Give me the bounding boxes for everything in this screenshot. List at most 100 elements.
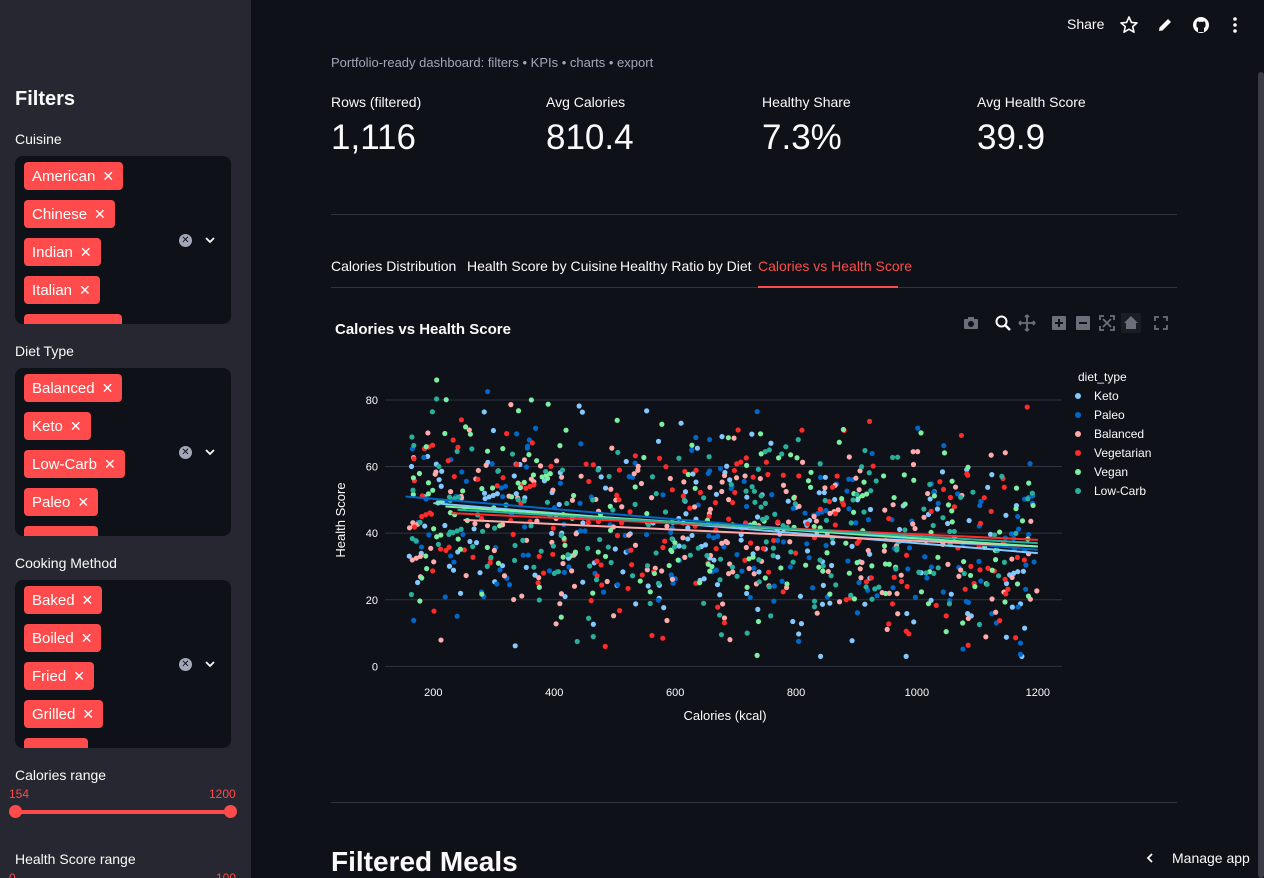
remove-tag-icon[interactable]: ✕ bbox=[82, 592, 94, 608]
data-point bbox=[687, 552, 693, 558]
tag-cooking-boiled[interactable]: Boiled ✕ bbox=[24, 624, 102, 652]
tag-cooking-fried[interactable]: Fried ✕ bbox=[24, 662, 94, 690]
data-point bbox=[417, 519, 423, 525]
reset-axes-icon[interactable] bbox=[1121, 313, 1141, 333]
data-point bbox=[788, 452, 794, 458]
data-point bbox=[571, 583, 578, 589]
remove-tag-icon[interactable]: ✕ bbox=[80, 244, 92, 260]
data-point bbox=[949, 508, 955, 514]
tag-cuisine-italian[interactable]: Italian ✕ bbox=[24, 276, 100, 304]
tab-healthy-ratio-by-diet[interactable]: Healthy Ratio by Diet bbox=[620, 258, 752, 274]
github-icon[interactable] bbox=[1191, 15, 1211, 35]
legend-item-vegetarian[interactable]: Vegetarian bbox=[1075, 446, 1151, 460]
data-point bbox=[463, 572, 469, 579]
tag-diet-lowcarb[interactable]: Low-Carb ✕ bbox=[24, 450, 125, 478]
data-point bbox=[967, 572, 974, 579]
data-point bbox=[827, 600, 833, 606]
data-point bbox=[687, 505, 693, 511]
data-point bbox=[511, 557, 518, 564]
data-point bbox=[471, 526, 477, 532]
tag-cooking-grilled[interactable]: Grilled ✕ bbox=[24, 700, 104, 728]
data-point bbox=[904, 610, 910, 617]
tag-cooking-baked[interactable]: Baked ✕ bbox=[24, 586, 103, 614]
data-point bbox=[494, 581, 500, 587]
legend-item-vegan[interactable]: Vegan bbox=[1075, 465, 1128, 479]
remove-tag-icon[interactable]: ✕ bbox=[104, 456, 116, 472]
remove-tag-icon[interactable]: ✕ bbox=[82, 706, 94, 722]
data-point bbox=[1013, 506, 1019, 512]
tag-diet-balanced[interactable]: Balanced ✕ bbox=[24, 374, 123, 402]
data-point bbox=[1024, 404, 1030, 410]
data-point bbox=[560, 554, 566, 560]
autoscale-icon[interactable] bbox=[1097, 313, 1117, 333]
data-point bbox=[844, 488, 850, 494]
legend-item-paleo[interactable]: Paleo bbox=[1075, 408, 1125, 422]
data-point bbox=[704, 553, 710, 559]
data-point bbox=[671, 544, 678, 550]
more-menu-icon[interactable] bbox=[1225, 15, 1245, 35]
legend-marker bbox=[1075, 412, 1081, 418]
tab-health-score-by-cuisine[interactable]: Health Score by Cuisine bbox=[467, 258, 617, 274]
chevron-down-icon[interactable] bbox=[204, 446, 216, 458]
diet-multiselect[interactable]: Balanced ✕ Keto ✕ Low-Carb ✕ Paleo ✕ ✕ bbox=[15, 368, 231, 536]
data-point bbox=[770, 545, 777, 551]
legend-item-balanced[interactable]: Balanced bbox=[1075, 427, 1144, 441]
legend-item-low-carb[interactable]: Low-Carb bbox=[1075, 484, 1146, 498]
remove-tag-icon[interactable]: ✕ bbox=[94, 206, 106, 222]
data-point bbox=[705, 561, 711, 567]
tag-cuisine-chinese[interactable]: Chinese ✕ bbox=[24, 200, 115, 228]
data-point bbox=[511, 596, 517, 603]
data-point bbox=[481, 490, 488, 496]
chevron-down-icon[interactable] bbox=[204, 658, 216, 670]
data-point bbox=[830, 540, 836, 546]
tag-diet-keto[interactable]: Keto ✕ bbox=[24, 412, 91, 440]
clear-icon[interactable]: ✕ bbox=[179, 658, 192, 671]
remove-tag-icon[interactable]: ✕ bbox=[102, 380, 114, 396]
clear-icon[interactable]: ✕ bbox=[179, 446, 192, 459]
tab-calories-vs-health[interactable]: Calories vs Health Score bbox=[758, 258, 912, 274]
data-point bbox=[911, 619, 917, 625]
legend-item-keto[interactable]: Keto bbox=[1075, 389, 1119, 403]
zoom-icon[interactable] bbox=[993, 313, 1013, 333]
share-button[interactable]: Share bbox=[1067, 16, 1104, 32]
data-point bbox=[965, 611, 971, 617]
remove-tag-icon[interactable]: ✕ bbox=[77, 494, 89, 510]
star-icon[interactable] bbox=[1119, 15, 1139, 35]
pan-icon[interactable] bbox=[1017, 313, 1037, 333]
cooking-multiselect[interactable]: Baked ✕ Boiled ✕ Fried ✕ Grilled ✕ ✕ bbox=[15, 580, 231, 748]
data-point bbox=[520, 537, 526, 543]
tag-diet-paleo[interactable]: Paleo ✕ bbox=[24, 488, 99, 516]
calories-range-min-handle[interactable] bbox=[9, 805, 22, 818]
edit-pencil-icon[interactable] bbox=[1155, 15, 1175, 35]
remove-tag-icon[interactable]: ✕ bbox=[70, 418, 82, 434]
data-point bbox=[817, 461, 823, 467]
zoom-out-icon[interactable] bbox=[1073, 313, 1093, 333]
section-title: Filtered Meals bbox=[331, 846, 518, 877]
cuisine-multiselect[interactable]: American ✕ Chinese ✕ Indian ✕ Italian ✕ ✕ bbox=[15, 156, 231, 324]
zoom-in-icon[interactable] bbox=[1049, 313, 1069, 333]
remove-tag-icon[interactable]: ✕ bbox=[73, 668, 85, 684]
fullscreen-icon[interactable] bbox=[1151, 313, 1171, 333]
tab-calories-distribution[interactable]: Calories Distribution bbox=[331, 258, 456, 274]
chevron-down-icon[interactable] bbox=[204, 234, 216, 246]
remove-tag-icon[interactable]: ✕ bbox=[79, 282, 91, 298]
remove-tag-icon[interactable]: ✕ bbox=[102, 168, 114, 184]
tag-cuisine-american[interactable]: American ✕ bbox=[24, 162, 124, 190]
data-point bbox=[906, 631, 912, 637]
data-point bbox=[721, 620, 728, 626]
health-range-label: Health Score range bbox=[15, 851, 136, 867]
calories-range-max-handle[interactable] bbox=[224, 805, 237, 818]
data-point bbox=[763, 539, 769, 545]
camera-icon[interactable] bbox=[961, 313, 981, 333]
scatter-plot[interactable]: 0 20 40 60 80 200 400 600 800 1000 1200 Calories (… bbox=[330, 360, 1070, 732]
calories-range-track[interactable] bbox=[15, 810, 231, 814]
tag-cuisine-partial bbox=[24, 314, 122, 324]
data-point bbox=[983, 634, 989, 640]
tag-cuisine-indian[interactable]: Indian ✕ bbox=[24, 238, 101, 266]
remove-tag-icon[interactable]: ✕ bbox=[81, 630, 93, 646]
data-point bbox=[882, 507, 888, 513]
scrollbar[interactable] bbox=[1258, 72, 1264, 878]
data-point bbox=[669, 576, 676, 582]
clear-icon[interactable]: ✕ bbox=[179, 234, 192, 247]
data-point bbox=[943, 629, 949, 635]
